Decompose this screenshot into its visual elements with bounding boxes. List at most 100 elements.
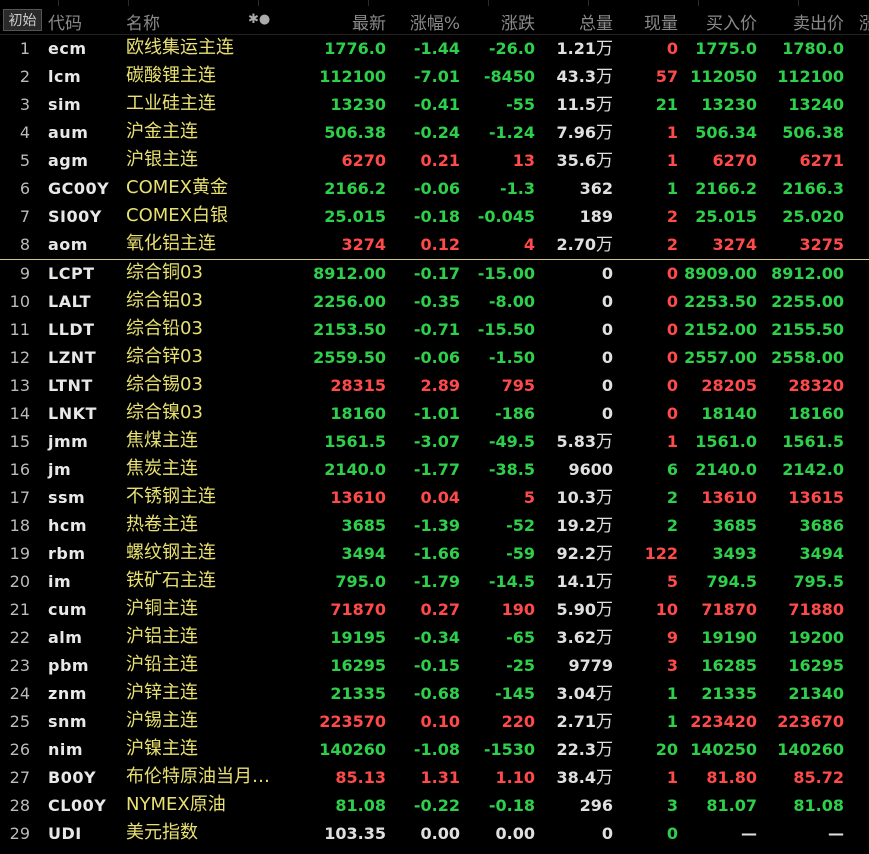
change-percent: -3.07: [413, 432, 460, 451]
total-volume-value: 9779: [568, 656, 613, 675]
change-percent: -1.01: [413, 404, 460, 423]
table-row[interactable]: 23 pbm 沪铅主连 16295 -0.15 -25 9779 3 16285 16295: [0, 652, 869, 680]
table-row[interactable]: 14 LNKT 综合镍03 18160 -1.01 -186 0 0 18140 18160: [0, 400, 869, 428]
total-volume: 2.71万: [557, 712, 613, 732]
table-row[interactable]: 9 LCPT 综合铜03 8912.00 -0.17 -15.00 0 0 8909.00 891…: [0, 260, 869, 288]
ask-price: 6271: [799, 151, 844, 170]
bid-price: 6270: [712, 151, 757, 170]
row-index: 18: [9, 516, 30, 535]
volume-unit: 万: [596, 572, 613, 592]
ask-price: 2558.00: [771, 348, 844, 367]
table-row[interactable]: 17 ssm 不锈钢主连 13610 0.04 5 10.3万 2 13610 13615: [0, 484, 869, 512]
col-name[interactable]: 名称: [126, 9, 160, 34]
table-row[interactable]: 19 rbm 螺纹钢主连 3494 -1.66 -59 92.2万 122 3493 3494: [0, 540, 869, 568]
last-price: 6270: [341, 151, 386, 170]
row-index: 7: [19, 207, 30, 226]
table-row[interactable]: 10 LALT 综合铝03 2256.00 -0.35 -8.00 0 0 2253.50 225…: [0, 288, 869, 316]
total-volume: 9779: [568, 656, 613, 676]
change-value: -1.3: [500, 179, 535, 198]
change-value: -1.24: [488, 123, 535, 142]
table-row[interactable]: 1 ecm 欧线集运主连 1776.0 -1.44 -26.0 1.21万 0 1775.0 17…: [0, 35, 869, 63]
volume-unit: 万: [596, 432, 613, 452]
table-row[interactable]: 24 znm 沪锌主连 21335 -0.68 -145 3.04万 1 21335 21340: [0, 680, 869, 708]
table-row[interactable]: 16 jm 焦炭主连 2140.0 -1.77 -38.5 9600 6 2140.0 2142.…: [0, 456, 869, 484]
ask-price: 13615: [788, 488, 844, 507]
instrument-code: SI00Y: [48, 207, 102, 226]
bid-price: 71870: [701, 600, 757, 619]
row-index: 12: [9, 348, 30, 367]
table-row[interactable]: 21 cum 沪铜主连 71870 0.27 190 5.90万 10 71870 71880: [0, 596, 869, 624]
col-chg[interactable]: 涨跌: [501, 9, 535, 34]
total-volume: 1.21万: [557, 39, 613, 59]
current-volume: 2: [666, 207, 678, 226]
table-row[interactable]: 26 nim 沪镍主连 140260 -1.08 -1530 22.3万 20 140250 14…: [0, 736, 869, 764]
change-percent: -0.17: [413, 264, 460, 283]
total-volume-value: 0: [601, 348, 613, 367]
col-bid[interactable]: 买入价: [706, 9, 757, 34]
table-row[interactable]: 6 GC00Y COMEX黄金 2166.2 -0.06 -1.3 362 1 2166.2 21…: [0, 175, 869, 203]
volume-unit: 万: [596, 39, 613, 59]
col-code[interactable]: 代码: [48, 9, 82, 34]
last-price: 112100: [319, 67, 386, 86]
quote-table: 1 ecm 欧线集运主连 1776.0 -1.44 -26.0 1.21万 0 1775.0 17…: [0, 35, 869, 848]
bid-price: 3274: [712, 235, 757, 254]
table-row[interactable]: 28 CL00Y NYMEX原油 81.08 -0.22 -0.18 296 3 81.07 81…: [0, 792, 869, 820]
col-cur[interactable]: 现量: [644, 9, 678, 34]
table-row[interactable]: 8 aom 氧化铝主连 3274 0.12 4 2.70万 2 3274 3275: [0, 231, 869, 260]
total-volume: 0: [602, 348, 613, 368]
col-vol[interactable]: 总量: [579, 9, 613, 34]
col-ask[interactable]: 卖出价: [793, 9, 844, 34]
change-percent: -0.15: [413, 656, 460, 675]
last-price: 85.13: [335, 768, 386, 787]
total-volume-value: 3.04: [556, 684, 596, 703]
row-index: 25: [9, 712, 30, 731]
total-volume: 35.6万: [557, 151, 613, 171]
table-row[interactable]: 20 im 铁矿石主连 795.0 -1.79 -14.5 14.1万 5 794.5 795.5: [0, 568, 869, 596]
instrument-code: snm: [48, 712, 88, 731]
total-volume: 5.90万: [557, 600, 613, 620]
instrument-code: CL00Y: [48, 796, 107, 815]
table-row[interactable]: 11 LLDT 综合铅03 2153.50 -0.71 -15.50 0 0 2152.00 21…: [0, 316, 869, 344]
change-percent: -0.06: [413, 179, 460, 198]
ask-price: 2166.3: [782, 179, 844, 198]
last-price: 16295: [330, 656, 386, 675]
column-settings-icon[interactable]: ✱●: [248, 12, 270, 27]
bid-price: 3685: [712, 516, 757, 535]
ask-price: 13240: [788, 95, 844, 114]
col-more[interactable]: 涨: [859, 9, 869, 34]
table-row[interactable]: 4 aum 沪金主连 506.38 -0.24 -1.24 7.96万 1 506.34 506.…: [0, 119, 869, 147]
last-price: 223570: [319, 712, 386, 731]
col-pct[interactable]: 涨幅%: [410, 9, 460, 34]
table-row[interactable]: 18 hcm 热卷主连 3685 -1.39 -52 19.2万 2 3685 3686: [0, 512, 869, 540]
change-percent: -7.01: [413, 67, 460, 86]
table-row[interactable]: 3 sim 工业硅主连 13230 -0.41 -55 11.5万 21 13230 13240: [0, 91, 869, 119]
table-row[interactable]: 2 lcm 碳酸锂主连 112100 -7.01 -8450 43.3万 57 112050 11…: [0, 63, 869, 91]
table-row[interactable]: 12 LZNT 综合锌03 2559.50 -0.06 -1.50 0 0 2557.00 255…: [0, 344, 869, 372]
total-volume: 22.3万: [557, 740, 613, 760]
table-row[interactable]: 25 snm 沪锡主连 223570 0.10 220 2.71万 1 223420 223670: [0, 708, 869, 736]
volume-unit: 万: [596, 67, 613, 87]
total-volume-value: 22.3: [556, 740, 596, 759]
row-index: 2: [19, 67, 30, 86]
change-value: -145: [494, 684, 535, 703]
bid-price: 223420: [690, 712, 757, 731]
table-row[interactable]: 15 jmm 焦煤主连 1561.5 -3.07 -49.5 5.83万 1 1561.0 156…: [0, 428, 869, 456]
ask-price: 2142.0: [782, 460, 844, 479]
ask-price: 3686: [799, 516, 844, 535]
table-row[interactable]: 27 B00Y 布伦特原油当月… 85.13 1.31 1.10 38.4万 1 81.80 85…: [0, 764, 869, 792]
table-row[interactable]: 22 alm 沪铝主连 19195 -0.34 -65 3.62万 9 19190 19200: [0, 624, 869, 652]
table-row[interactable]: 29 UDI 美元指数 103.35 0.00 0.00 0 0 — —: [0, 820, 869, 848]
col-last[interactable]: 最新: [352, 9, 386, 34]
table-row[interactable]: 7 SI00Y COMEX白银 25.015 -0.18 -0.045 189 2 25.015…: [0, 203, 869, 231]
table-row[interactable]: 13 LTNT 综合锡03 28315 2.89 795 0 0 28205 28320: [0, 372, 869, 400]
reset-sort-button[interactable]: 初始: [3, 9, 42, 31]
bid-price: 1561.0: [695, 432, 757, 451]
instrument-name: 综合铝03: [126, 290, 203, 311]
current-volume: 0: [666, 292, 678, 311]
current-volume: 1: [666, 432, 678, 451]
table-row[interactable]: 5 agm 沪银主连 6270 0.21 13 35.6万 1 6270 6271: [0, 147, 869, 175]
change-percent: -0.35: [413, 292, 460, 311]
change-value: 1.10: [495, 768, 535, 787]
current-volume: 20: [655, 740, 678, 759]
change-value: -14.5: [488, 572, 535, 591]
